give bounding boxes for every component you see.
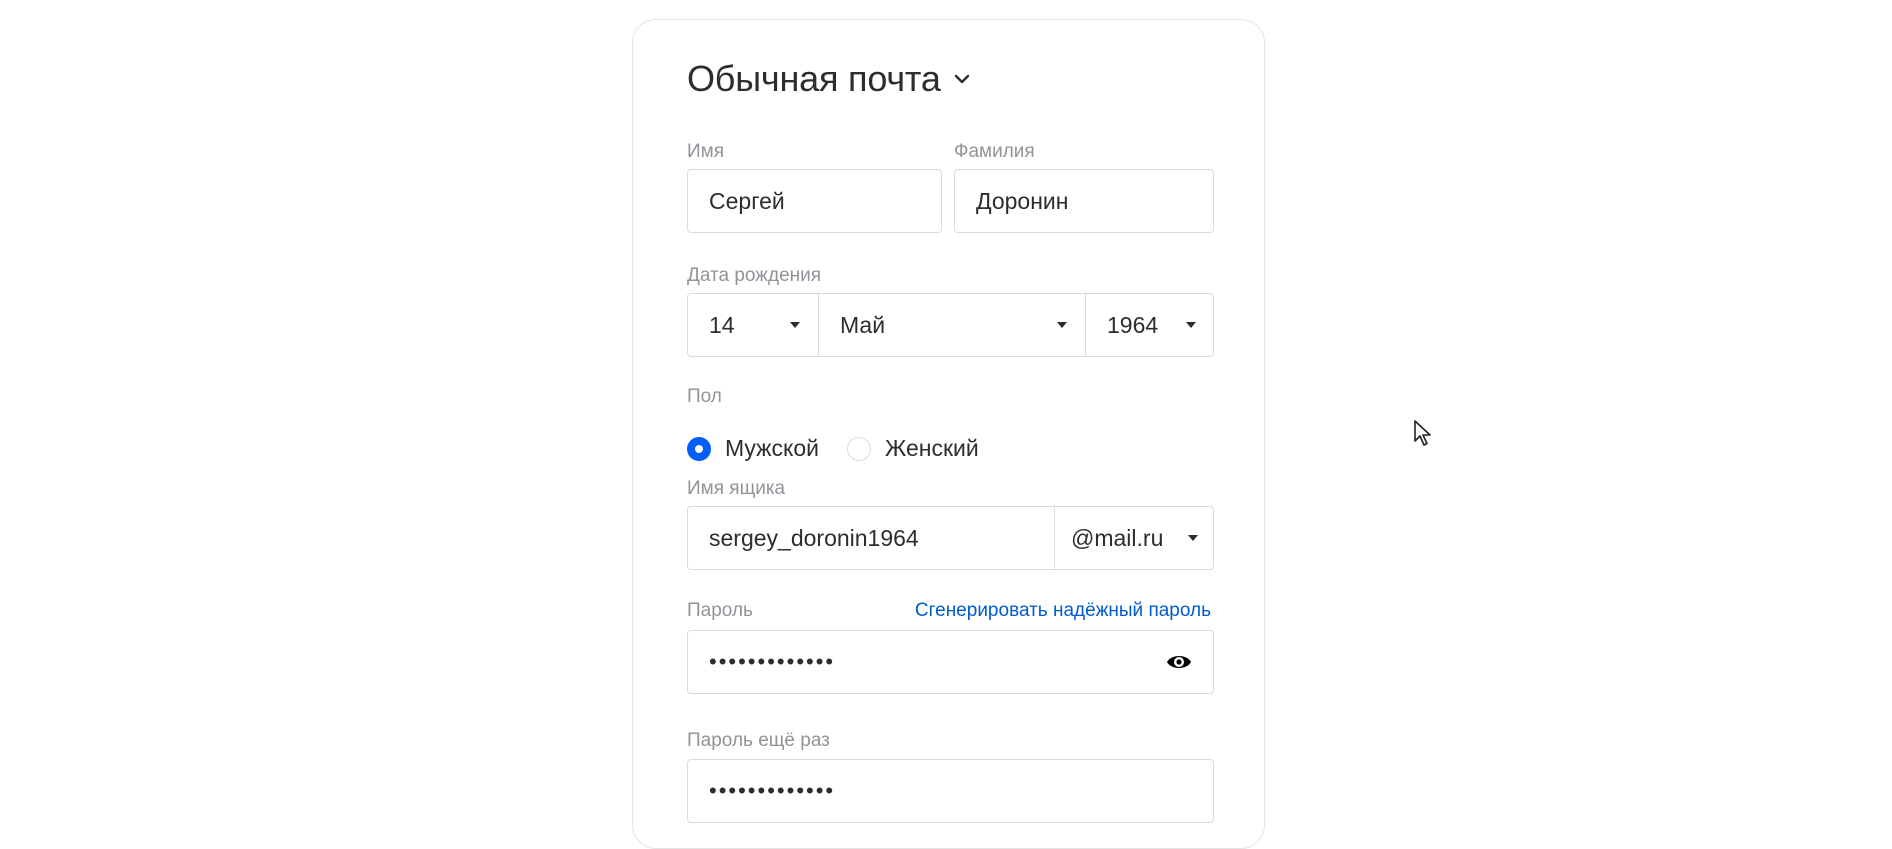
password-repeat-field[interactable]: ••••••••••••• <box>687 759 1214 823</box>
gender-label: Пол <box>687 386 722 407</box>
eye-icon[interactable] <box>1165 651 1193 673</box>
gender-female-label[interactable]: Женский <box>885 435 979 462</box>
password-label: Пароль <box>687 600 753 621</box>
last-name-field[interactable]: Доронин <box>954 169 1214 233</box>
birth-year-value: 1964 <box>1107 311 1159 338</box>
caret-down-icon <box>790 322 800 328</box>
mailbox-group: sergey_doronin1964 @mail.ru <box>687 506 1214 570</box>
birth-day-value: 14 <box>709 311 735 338</box>
domain-value: @mail.ru <box>1071 524 1164 551</box>
password-repeat-value: ••••••••••••• <box>709 778 836 803</box>
birth-date-group: 14 Май 1964 <box>687 293 1214 357</box>
chevron-down-icon <box>954 74 969 84</box>
form-title: Обычная почта <box>687 58 941 99</box>
gender-male-label[interactable]: Мужской <box>725 435 819 462</box>
gender-male-radio[interactable] <box>687 436 711 461</box>
caret-down-icon <box>1188 535 1198 541</box>
caret-down-icon <box>1186 322 1196 328</box>
last-name-value: Доронин <box>976 187 1069 214</box>
first-name-value: Сергей <box>709 187 785 214</box>
password-repeat-label: Пароль ещё раз <box>687 730 830 751</box>
mouse-cursor-icon <box>1414 420 1431 446</box>
gender-radio-group: Мужской Женский <box>687 435 979 462</box>
first-name-field[interactable]: Сергей <box>687 169 942 233</box>
caret-down-icon <box>1057 322 1067 328</box>
birth-date-label: Дата рождения <box>687 265 822 286</box>
birth-day-select[interactable]: 14 <box>688 294 818 356</box>
birth-month-value: Май <box>840 311 886 338</box>
birth-year-select[interactable]: 1964 <box>1085 294 1213 356</box>
domain-select[interactable]: @mail.ru <box>1054 507 1213 569</box>
mailbox-input[interactable]: sergey_doronin1964 <box>688 507 1054 569</box>
password-value: ••••••••••••• <box>709 649 836 674</box>
mail-type-selector[interactable]: Обычная почта <box>687 58 971 100</box>
password-field[interactable]: ••••••••••••• <box>687 630 1214 694</box>
first-name-label: Имя <box>687 141 725 162</box>
gender-female-radio[interactable] <box>847 436 872 461</box>
generate-password-link[interactable]: Сгенерировать надёжный пароль <box>915 600 1211 622</box>
birth-month-select[interactable]: Май <box>818 294 1085 356</box>
last-name-label: Фамилия <box>954 141 1035 162</box>
mailbox-label: Имя ящика <box>687 478 786 499</box>
mailbox-value: sergey_doronin1964 <box>709 524 919 551</box>
registration-card: Обычная почта Имя Фамилия Сергей Доронин… <box>632 19 1265 849</box>
